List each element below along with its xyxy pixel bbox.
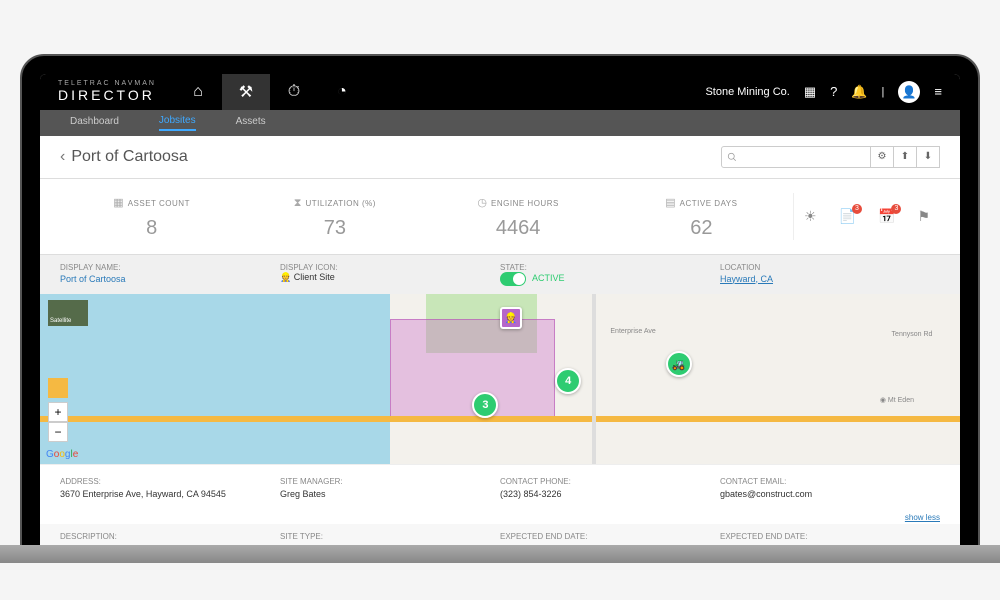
grid-icon[interactable]: ▦: [804, 84, 816, 100]
map-asset-marker[interactable]: 🚜: [666, 351, 692, 377]
site-type-label: SITE TYPE:: [280, 532, 500, 541]
stat-utilization: ⧗UTILIZATION (%) 73: [243, 193, 426, 240]
details-row: ADDRESS: 3670 Enterprise Ave, Hayward, CA…: [40, 464, 960, 511]
asset-icon: ▦: [113, 197, 123, 209]
action-flag-icon[interactable]: ⚑: [917, 208, 930, 225]
address-label: ADDRESS:: [60, 477, 280, 486]
nav-chart-icon[interactable]: ◔: [318, 74, 366, 110]
map-zoom-in[interactable]: +: [48, 402, 68, 422]
description-label: DESCRIPTION:: [60, 532, 280, 541]
hourglass-icon: ⧗: [294, 197, 302, 209]
clock-icon: ◷: [477, 197, 487, 209]
action-cal-icon[interactable]: 📅3: [878, 208, 895, 225]
manager-value: Greg Bates: [280, 489, 500, 499]
upload-button[interactable]: ⬆: [893, 146, 917, 168]
worker-icon: 👷: [280, 272, 291, 282]
phone-label: CONTACT PHONE:: [500, 477, 720, 486]
end-date-label: EXPECTED END DATE:: [720, 532, 940, 541]
end-date-label: EXPECTED END DATE:: [500, 532, 720, 541]
location-label: LOCATION: [720, 263, 940, 272]
nav-home-icon[interactable]: ⌂: [174, 74, 222, 110]
location-link[interactable]: Hayward, CA: [720, 274, 940, 284]
map[interactable]: Enterprise Ave Tennyson Rd ◉ Mt Eden 👷 3…: [40, 294, 960, 464]
sub-nav: Dashboard Jobsites Assets: [40, 110, 960, 136]
map-street-label: Tennyson Rd: [892, 331, 933, 338]
brand-logo: TELETRAC NAVMAN DIRECTOR: [40, 80, 174, 103]
tab-dashboard[interactable]: Dashboard: [70, 116, 119, 130]
email-value: gbates@construct.com: [720, 489, 940, 499]
back-button[interactable]: ‹: [60, 148, 65, 166]
details-row-2: DESCRIPTION: SITE TYPE: EXPECTED END DAT…: [40, 524, 960, 545]
state-toggle[interactable]: [500, 272, 526, 286]
map-satellite-toggle[interactable]: Satellite: [48, 300, 88, 326]
menu-icon[interactable]: ≡: [934, 84, 942, 99]
display-icon-label: DISPLAY ICON:: [280, 263, 500, 272]
stat-engine-hours: ◷ENGINE HOURS 4464: [427, 193, 610, 240]
display-name-label: DISPLAY NAME:: [60, 263, 280, 272]
info-row: DISPLAY NAME: Port of Cartoosa DISPLAY I…: [40, 255, 960, 294]
title-bar: ‹ Port of Cartoosa ⚙ ⬆ ⬇: [40, 136, 960, 179]
avatar[interactable]: 👤: [898, 81, 920, 103]
stats-row: ▦ASSET COUNT 8 ⧗UTILIZATION (%) 73 ◷ENGI…: [40, 179, 960, 255]
phone-value: (323) 854-3226: [500, 489, 720, 499]
map-pegman[interactable]: [48, 378, 68, 398]
company-name: Stone Mining Co.: [705, 86, 789, 98]
tab-assets[interactable]: Assets: [236, 116, 266, 130]
display-name-value: Port of Cartoosa: [60, 274, 280, 284]
email-label: CONTACT EMAIL:: [720, 477, 940, 486]
map-site-marker[interactable]: 👷: [500, 307, 522, 329]
show-less-link[interactable]: show less: [40, 511, 960, 524]
top-bar: TELETRAC NAVMAN DIRECTOR ⌂ ⚒ ⏱ ◔ Stone M…: [40, 74, 960, 110]
google-logo: Google: [46, 449, 78, 460]
state-value: ACTIVE: [532, 273, 565, 283]
state-label: STATE:: [500, 263, 720, 272]
page-title: Port of Cartoosa: [71, 148, 188, 166]
manager-label: SITE MANAGER:: [280, 477, 500, 486]
bell-icon[interactable]: 🔔: [851, 84, 867, 100]
map-zoom-out[interactable]: −: [48, 422, 68, 442]
stat-active-days: ▤ACTIVE DAYS 62: [610, 193, 793, 240]
action-doc-icon[interactable]: 📄3: [839, 208, 856, 225]
download-button[interactable]: ⬇: [916, 146, 940, 168]
address-value: 3670 Enterprise Ave, Hayward, CA 94545: [60, 489, 280, 499]
calendar-icon: ▤: [665, 197, 675, 209]
map-poi-label: ◉ Mt Eden: [880, 396, 914, 404]
nav-timer-icon[interactable]: ⏱: [270, 74, 318, 110]
help-icon[interactable]: ?: [830, 84, 837, 99]
map-street-label: Enterprise Ave: [610, 328, 655, 335]
settings-button[interactable]: ⚙: [870, 146, 894, 168]
nav-jobsites-icon[interactable]: ⚒: [222, 74, 270, 110]
action-sun-icon[interactable]: ☀: [804, 208, 817, 225]
top-nav: ⌂ ⚒ ⏱ ◔: [174, 74, 366, 110]
search-input[interactable]: [721, 146, 871, 168]
tab-jobsites[interactable]: Jobsites: [159, 115, 196, 131]
stat-asset-count: ▦ASSET COUNT 8: [60, 193, 243, 240]
